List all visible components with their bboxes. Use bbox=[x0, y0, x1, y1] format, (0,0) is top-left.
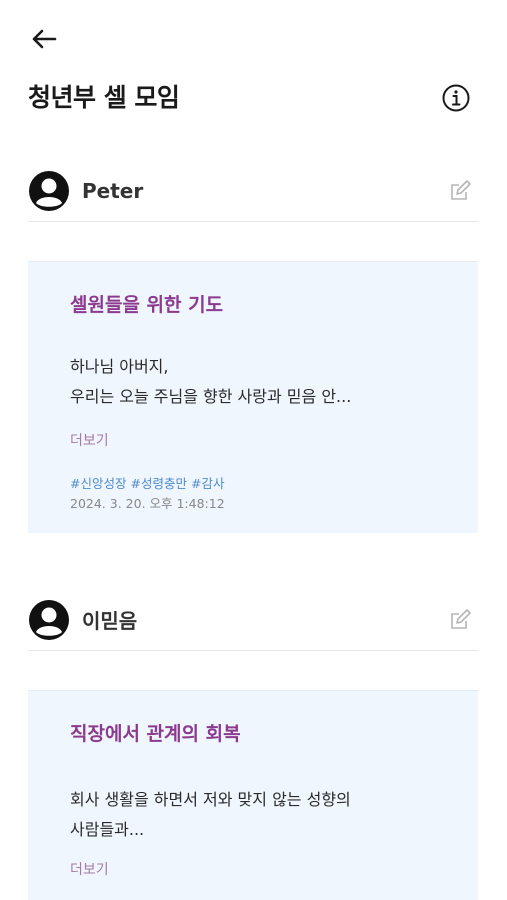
arrow-left-icon bbox=[32, 29, 57, 49]
post-body: 회사 생활을 하면서 저와 맞지 않는 성향의 사람들과... bbox=[70, 785, 458, 845]
post-card[interactable]: 셀원들을 위한 기도 하나님 아버지, 우리는 오늘 주님을 향한 사랑과 믿음… bbox=[28, 261, 478, 533]
tag-list: #신앙성장 #성령충만 #감사 bbox=[70, 473, 228, 492]
tag[interactable]: #성령충만 bbox=[130, 476, 186, 491]
post-body-line: 하나님 아버지, bbox=[70, 357, 169, 376]
tag[interactable]: #신앙성장 bbox=[70, 476, 126, 491]
post-card[interactable]: 직장에서 관계의 회복 회사 생활을 하면서 저와 맞지 않는 성향의 사람들과… bbox=[28, 690, 478, 900]
avatar bbox=[29, 599, 69, 640]
post-body-line: 우리는 오늘 주님을 향한 사랑과 믿음 안... bbox=[70, 387, 352, 406]
post-timestamp: 2024. 3. 20. 오후 1:48:12 bbox=[70, 496, 225, 511]
info-button[interactable] bbox=[441, 83, 471, 113]
more-link[interactable]: 더보기 bbox=[70, 430, 109, 450]
more-link[interactable]: 더보기 bbox=[70, 859, 109, 879]
edit-button[interactable] bbox=[448, 179, 472, 203]
post-title: 셀원들을 위한 기도 bbox=[70, 294, 224, 316]
author-name: 이믿음 bbox=[82, 609, 138, 633]
tag[interactable]: #감사 bbox=[191, 476, 224, 491]
edit-button[interactable] bbox=[448, 608, 472, 632]
post-body-line: 회사 생활을 하면서 저와 맞지 않는 성향의 bbox=[70, 790, 351, 809]
post-author-row: 이믿음 bbox=[28, 589, 478, 651]
author-name: Peter bbox=[82, 178, 144, 203]
edit-icon bbox=[451, 179, 471, 200]
back-button[interactable] bbox=[30, 25, 58, 53]
edit-icon bbox=[451, 608, 471, 629]
post-body-line: 사람들과... bbox=[70, 820, 145, 839]
page-title: 청년부 셀 모임 bbox=[28, 83, 180, 112]
post-title: 직장에서 관계의 회복 bbox=[70, 723, 241, 745]
info-circle-icon bbox=[442, 84, 470, 112]
post-author-row: Peter bbox=[28, 160, 478, 222]
post-body: 하나님 아버지, 우리는 오늘 주님을 향한 사랑과 믿음 안... bbox=[70, 352, 458, 412]
avatar bbox=[29, 170, 69, 211]
